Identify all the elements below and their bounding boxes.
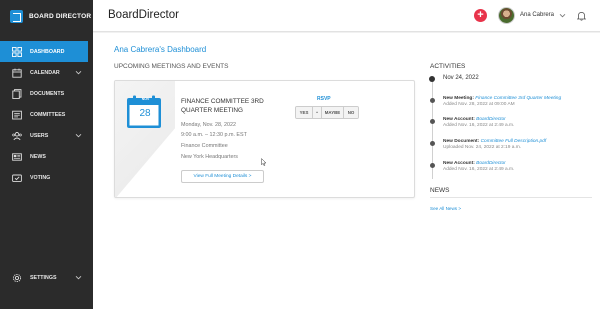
activity-item: New Account: BoardDirector Added Nov. 16… [443, 161, 514, 173]
activity-timestamp: Added Nov. 16, 2022 at 2:49 a.m. [443, 167, 515, 172]
sidebar-item-news[interactable]: NEWS [0, 146, 93, 167]
activity-link[interactable]: Finance Committee 3rd Quarter Meeting [475, 96, 561, 101]
gear-icon [12, 273, 22, 283]
sidebar: BOARD DIRECTOR DASHBOARD CALENDAR DOCUME… [0, 0, 93, 309]
activity-label: New Document: [443, 139, 480, 144]
sidebar-item-documents[interactable]: DOCUMENTS [0, 83, 93, 104]
rsvp-label: RSVP [317, 96, 331, 102]
chevron-down-icon[interactable] [75, 132, 82, 139]
sidebar-item-label: NEWS [30, 153, 46, 160]
sidebar-item-label: DASHBOARD [30, 48, 65, 55]
timeline-dot [430, 119, 435, 124]
activity-date: Nov 24, 2022 [443, 75, 479, 81]
calendar-icon [12, 68, 22, 78]
main-content: Ana Cabrera's Dashboard UPCOMING MEETING… [93, 33, 600, 309]
timeline-dot [430, 163, 435, 168]
activity-link[interactable]: Committee Full Description.pdf [481, 139, 547, 144]
activity-item: New Document: Committee Full Description… [443, 139, 546, 151]
avatar[interactable] [498, 7, 515, 24]
activity-label: New Account: [443, 161, 475, 166]
news-title: NEWS [430, 187, 450, 194]
chevron-down-icon[interactable] [559, 12, 566, 19]
rsvp-separator: • [313, 107, 322, 118]
timeline-date-dot [429, 76, 435, 82]
timeline-dot [430, 98, 435, 103]
dashboard-icon [12, 46, 22, 57]
rsvp-button-group: YES • MAYBE NO [295, 106, 359, 119]
rsvp-no-button[interactable]: NO [344, 107, 358, 118]
sidebar-item-dashboard[interactable]: DASHBOARD [0, 41, 88, 62]
meeting-committee: Finance Committee [181, 143, 228, 149]
sidebar-item-label: COMMITTEES [30, 111, 66, 118]
meeting-time: 9:00 a.m. – 12:30 p.m. EST [181, 132, 247, 138]
upcoming-section-title: UPCOMING MEETINGS AND EVENTS [114, 63, 229, 70]
sidebar-nav: DASHBOARD CALENDAR DOCUMENTS COMMITTEES [0, 41, 93, 188]
sidebar-item-label: SETTINGS [30, 274, 57, 281]
sidebar-item-label: CALENDAR [30, 69, 60, 76]
sidebar-item-label: USERS [30, 132, 49, 139]
chevron-down-icon[interactable] [75, 274, 82, 281]
activity-timestamp: Added Nov. 28, 2022 at 09:00 AM [443, 102, 515, 107]
sidebar-item-committees[interactable]: COMMITTEES [0, 104, 93, 125]
rsvp-yes-button[interactable]: YES [296, 107, 313, 118]
voting-icon [12, 173, 22, 183]
activity-link[interactable]: BoardDirector [476, 161, 506, 166]
brand-name: BOARD DIRECTOR [29, 12, 92, 20]
activity-link[interactable]: BoardDirector [476, 117, 506, 122]
top-header: BoardDirector + Ana Cabrera [93, 0, 600, 32]
activity-item: New Account: BoardDirector Added Nov. 16… [443, 117, 514, 129]
activity-label: New Account: [443, 117, 475, 122]
chevron-down-icon[interactable] [75, 69, 82, 76]
activity-timestamp: Uploaded Nov. 24, 2022 at 2:19 a.m. [443, 145, 522, 150]
bell-icon[interactable] [577, 11, 586, 21]
add-button[interactable]: + [474, 9, 487, 22]
news-divider [430, 197, 592, 198]
meeting-card: NOV 28 FINANCE COMMITTEE 3RD QUARTER MEE… [114, 80, 415, 198]
sidebar-item-label: DOCUMENTS [30, 90, 65, 97]
view-meeting-details-button[interactable]: View Full Meeting Details > [181, 170, 264, 183]
meeting-month: NOV [141, 97, 150, 101]
brand-logo-icon [10, 9, 23, 23]
meeting-day: 28 [139, 108, 151, 119]
mouse-cursor-icon [261, 158, 267, 166]
rsvp-maybe-button[interactable]: MAYBE [322, 107, 344, 118]
activity-timestamp: Added Nov. 16, 2022 at 2:49 a.m. [443, 123, 515, 128]
activities-title: ACTIVITIES [430, 63, 466, 70]
meeting-title[interactable]: FINANCE COMMITTEE 3RD QUARTER MEETING [181, 98, 289, 115]
sidebar-item-users[interactable]: USERS [0, 125, 93, 146]
sidebar-item-label: VOTING [30, 174, 51, 181]
committees-icon [12, 110, 22, 120]
sidebar-item-voting[interactable]: VOTING [0, 167, 93, 188]
documents-icon [12, 88, 22, 99]
app-title: BoardDirector [108, 9, 179, 21]
activity-label: New Meeting: [443, 96, 474, 101]
user-name[interactable]: Ana Cabrera [520, 12, 554, 18]
meeting-date: Monday, Nov. 28, 2022 [181, 122, 236, 128]
meeting-location: New York Headquarters [181, 154, 238, 160]
see-all-news-link[interactable]: See All News > [430, 206, 461, 211]
activity-item: New Meeting: Finance Committee 3rd Quart… [443, 96, 561, 108]
sidebar-item-settings[interactable]: SETTINGS [0, 267, 93, 288]
sidebar-item-calendar[interactable]: CALENDAR [0, 62, 93, 83]
sidebar-settings: SETTINGS [0, 267, 93, 288]
brand[interactable]: BOARD DIRECTOR [0, 0, 93, 32]
timeline-dot [430, 141, 435, 146]
news-icon [12, 152, 22, 162]
users-icon [12, 131, 22, 141]
page-title: Ana Cabrera's Dashboard [114, 45, 207, 54]
